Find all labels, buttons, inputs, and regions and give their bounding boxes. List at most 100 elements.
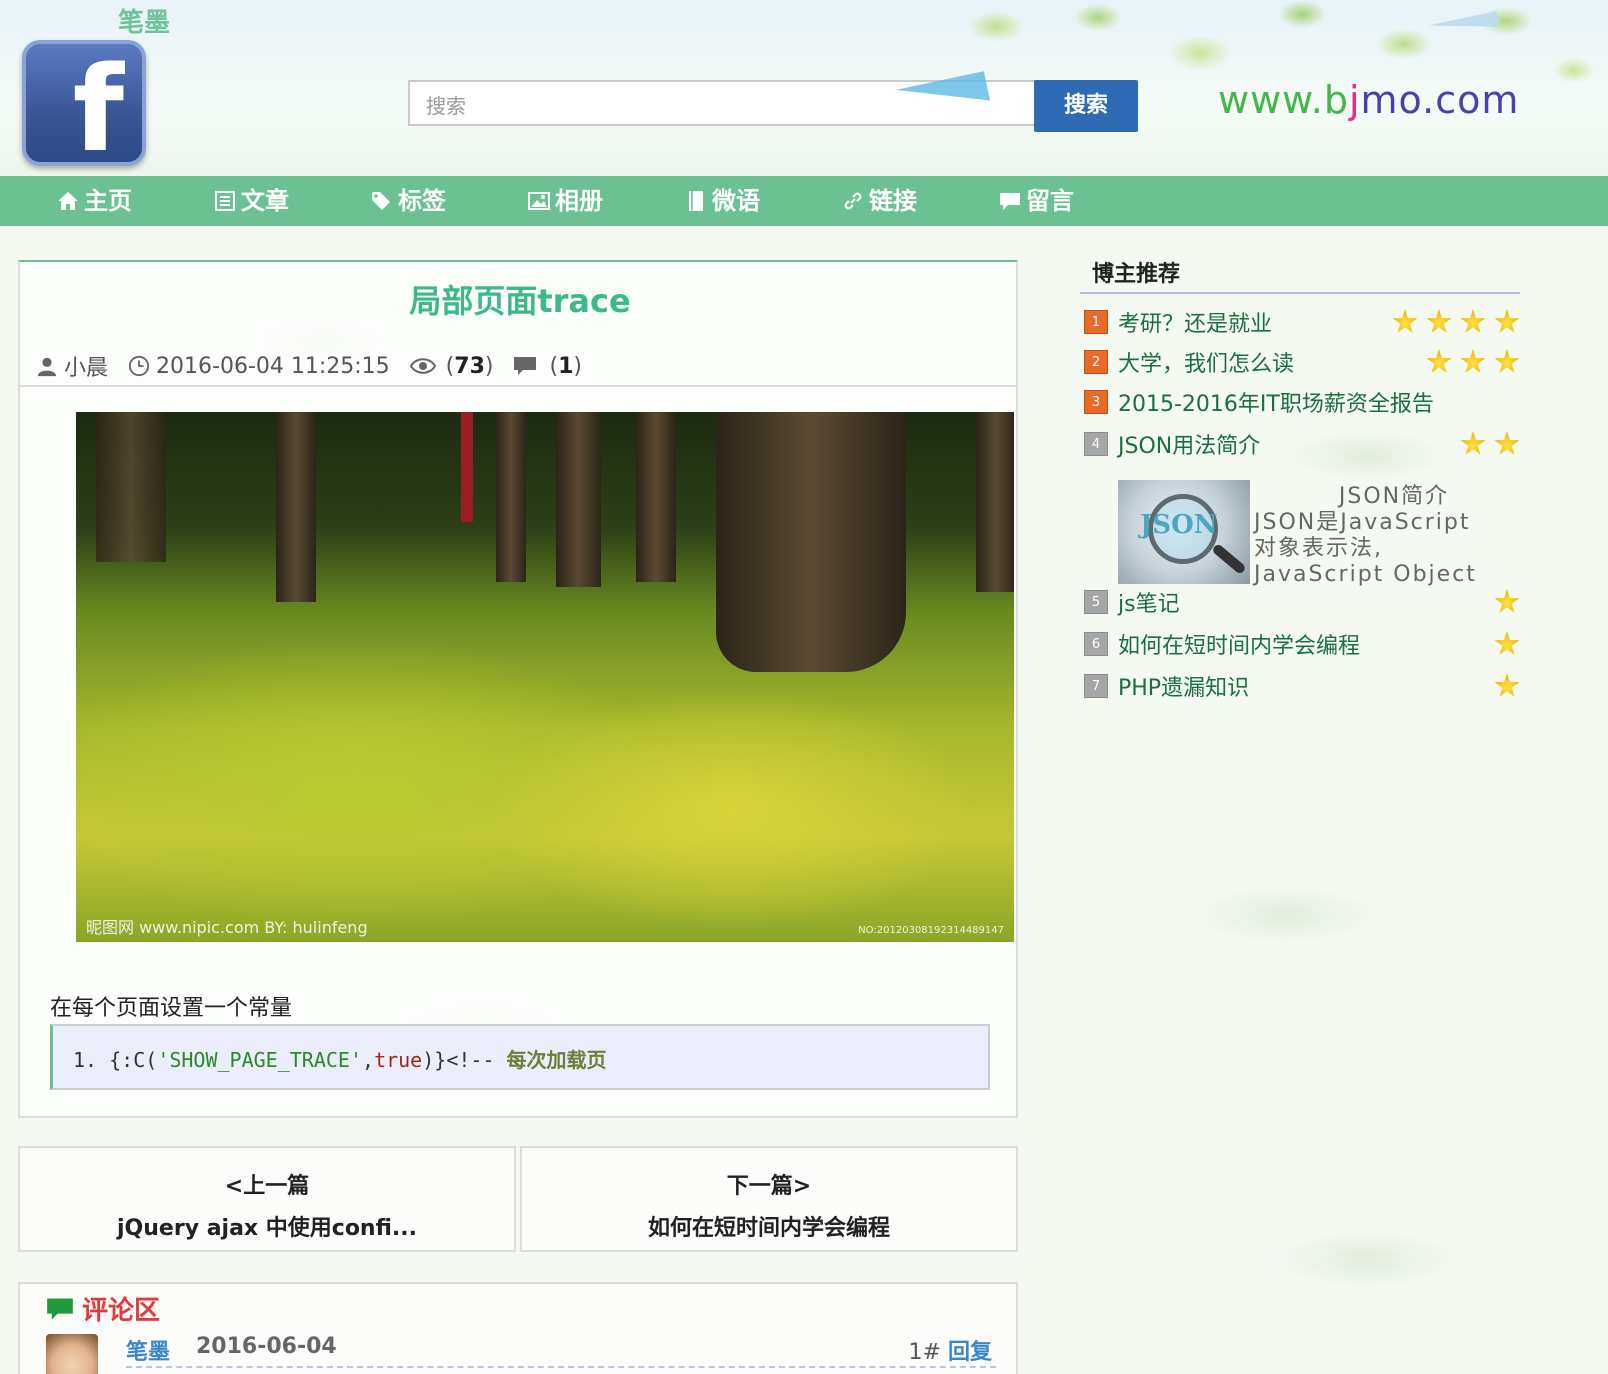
sidebar-recommend: 博主推荐 1 考研？还是就业 2 大学，我们怎么读 3 2015-2016年IT… — [1080, 256, 1520, 701]
tree-trunk — [556, 412, 601, 587]
article-photo[interactable]: 昵图网 www.nipic.com BY: hulinfeng NO:20120… — [76, 412, 1014, 942]
next-article-link[interactable]: 下一篇> 如何在短时间内学会编程 — [520, 1146, 1018, 1252]
rating-stars — [1494, 589, 1520, 615]
photo-watermark: 昵图网 www.nipic.com BY: hulinfeng — [86, 918, 368, 937]
comments-section: 评论区 笔墨 2016-06-04 1# 回复 — [18, 1282, 1018, 1374]
site-header: 笔墨 f 搜索 搜索 www.bjmo.com — [0, 0, 1608, 176]
brand-part-3: mo.com — [1360, 78, 1520, 122]
star-icon — [1460, 309, 1486, 333]
star-icon — [1494, 589, 1520, 613]
rating-stars — [1426, 349, 1520, 375]
list-item[interactable]: 3 2015-2016年IT职场薪资全报告 — [1080, 382, 1520, 422]
nav-item-label: 标签 — [398, 187, 446, 215]
rank-badge: 7 — [1084, 674, 1108, 698]
star-icon — [1494, 673, 1520, 697]
nav-item-label: 留言 — [1026, 187, 1074, 215]
photo-id: NO:20120308192314489147 — [858, 925, 1004, 936]
code-prefix: {:C( — [109, 1048, 158, 1072]
star-icon — [1426, 309, 1452, 333]
site-name[interactable]: 笔墨 — [118, 2, 170, 39]
rating-stars — [1494, 673, 1520, 699]
list-icon — [215, 191, 235, 211]
comments-title-label: 评论区 — [82, 1296, 161, 1326]
rank-badge: 5 — [1084, 590, 1108, 614]
featured-summary: JSON简介 JSON是JavaScript 对象表示法, JavaScript… — [1254, 484, 1534, 588]
code-comma: , — [362, 1048, 375, 1072]
list-item[interactable]: 4 JSON用法简介 — [1080, 424, 1520, 464]
star-icon — [1460, 349, 1486, 373]
list-item[interactable]: 5 js笔记 — [1080, 582, 1520, 622]
views-value: 73 — [454, 353, 485, 379]
prev-label: <上一篇 — [224, 1174, 310, 1199]
list-item-title: 考研？还是就业 — [1118, 312, 1273, 337]
code-keyword: true — [374, 1048, 423, 1072]
comment-count: (1) — [513, 354, 582, 379]
comments-value: 1 — [558, 353, 574, 379]
clock-icon — [128, 355, 150, 377]
tags-icon — [372, 192, 390, 210]
list-item[interactable]: 1 考研？还是就业 — [1080, 302, 1520, 342]
next-label: 下一篇> — [726, 1174, 812, 1199]
prev-article-link[interactable]: <上一篇 jQuery ajax 中使用confi... — [18, 1146, 516, 1252]
comment-icon — [47, 1298, 73, 1319]
list-item-title: JSON用法简介 — [1118, 434, 1261, 459]
link-icon — [844, 192, 862, 210]
nav-item-label: 相册 — [555, 187, 603, 215]
avatar[interactable] — [46, 1334, 98, 1374]
article-text: 在每个页面设置一个常量 — [50, 996, 293, 1021]
star-icon — [1494, 349, 1520, 373]
nav-item-label: 微语 — [712, 187, 760, 215]
list-item[interactable]: 7 PHP遗漏知识 — [1080, 666, 1520, 706]
star-icon — [1494, 431, 1520, 455]
featured-article-card[interactable]: JSON JSON简介 JSON是JavaScript 对象表示法, JavaS… — [1118, 480, 1528, 587]
rank-badge: 3 — [1084, 390, 1108, 414]
nav-item-album[interactable]: 相册 — [527, 176, 684, 226]
code-block[interactable]: 1. {:C('SHOW_PAGE_TRACE',true)}<!-- 每次加载… — [50, 1024, 990, 1090]
sidebar-title: 博主推荐 — [1080, 256, 1520, 294]
nav-item-guestbook[interactable]: 留言 — [998, 176, 1155, 226]
brand-logo[interactable]: www.bjmo.com — [1218, 78, 1519, 122]
brand-part-1: www.b — [1218, 78, 1349, 122]
nav-item-articles[interactable]: 文章 — [213, 176, 370, 226]
tree-trunk — [636, 412, 676, 582]
book-icon — [689, 191, 703, 211]
comment-user[interactable]: 笔墨 — [126, 1334, 170, 1366]
nav-item-microblog[interactable]: 微语 — [684, 176, 841, 226]
floor-number: 1# — [908, 1340, 941, 1365]
code-string: 'SHOW_PAGE_TRACE' — [157, 1048, 363, 1072]
rating-stars — [1460, 431, 1520, 457]
code-suffix: )}<!-- — [422, 1048, 507, 1072]
nav-item-home[interactable]: 主页 — [56, 176, 213, 226]
publish-time: 2016-06-04 11:25:15 — [128, 354, 390, 379]
author: 小晨 — [36, 350, 108, 382]
rating-stars — [1392, 309, 1520, 335]
author-name[interactable]: 小晨 — [64, 350, 108, 382]
tree-trunk — [716, 412, 906, 672]
comment-date: 2016-06-04 — [196, 1334, 337, 1359]
list-item-title: js笔记 — [1118, 592, 1180, 617]
publish-datetime: 2016-06-04 11:25:15 — [156, 353, 390, 379]
nav-item-tags[interactable]: 标签 — [370, 176, 527, 226]
nav-item-label: 文章 — [241, 187, 289, 215]
article-meta: 小晨 2016-06-04 11:25:15 (73) (1) — [36, 350, 602, 382]
eye-icon — [409, 358, 436, 374]
comment-floor: 1# 回复 — [909, 1334, 992, 1366]
search-button[interactable]: 搜索 — [1034, 80, 1138, 132]
list-item-title: 如何在短时间内学会编程 — [1118, 634, 1361, 659]
reply-button[interactable]: 回复 — [948, 1340, 992, 1365]
brand-part-2: j — [1348, 78, 1361, 122]
list-item-title: PHP遗漏知识 — [1118, 676, 1250, 701]
summary-line: JSON是JavaScript — [1254, 510, 1471, 535]
list-item[interactable]: 2 大学，我们怎么读 — [1080, 342, 1520, 382]
list-item[interactable]: 6 如何在短时间内学会编程 — [1080, 624, 1520, 664]
user-icon — [37, 357, 57, 377]
json-thumbnail: JSON — [1118, 480, 1250, 584]
magnifier-handle — [1211, 542, 1247, 576]
picture-icon — [528, 192, 550, 210]
star-icon — [1494, 309, 1520, 333]
comment-icon — [514, 357, 537, 375]
facebook-logo-icon[interactable]: f — [22, 40, 146, 168]
nav-item-links[interactable]: 链接 — [841, 176, 998, 226]
list-item-title: 2015-2016年IT职场薪资全报告 — [1118, 392, 1434, 417]
prev-title: jQuery ajax 中使用confi... — [117, 1216, 417, 1241]
